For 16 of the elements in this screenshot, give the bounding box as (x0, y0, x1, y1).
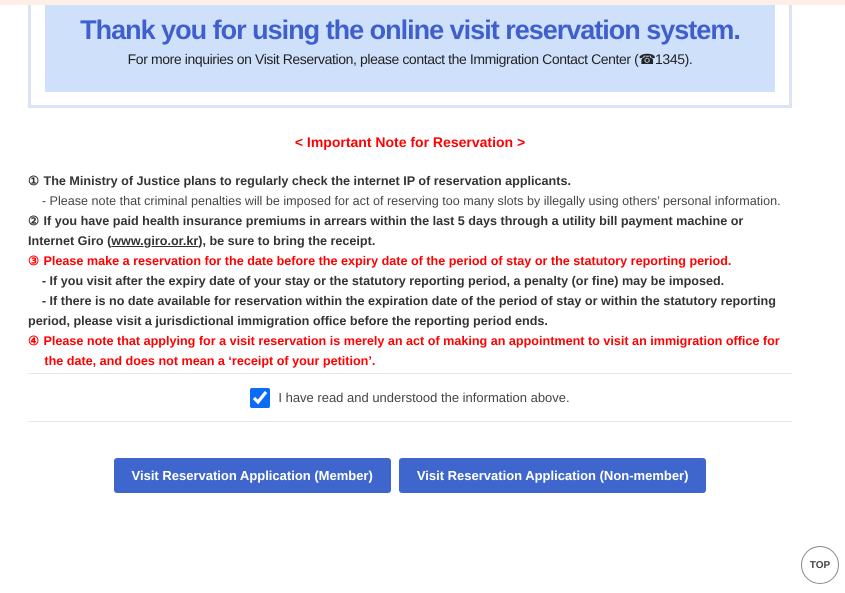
notice-text: - If you visit after the expiry date of your stay or the statutory reporting period, a penalty (or fine) may be imposed. (40, 273, 726, 290)
website-link[interactable]: www.giro.or.kr (111, 234, 198, 248)
notice-text: - If there is no date available for reservation within the expiration date of the period of stay or within the statutory reporting period, please visit a jurisdictional immigration office before the reporting period ends. (28, 293, 777, 330)
notice-heading: < Important Note for Reservation > (294, 133, 526, 152)
application-button[interactable]: Visit Reservation Application (Non-member) (398, 458, 706, 493)
agreement-checkbox[interactable] (250, 388, 270, 408)
notice-text: ② If you have paid health insurance premiums in arrears within the last 5 days through a utility bill payment machine or Internet Giro (www.giro.or.kr), be sure to bring the receipt. (28, 213, 744, 250)
notice-text: ④ Please note that applying for a visit reservation is merely an act of making an appointment to visit an immigration office for the date, and does not mean a ‘receipt of your petition’. (28, 333, 781, 370)
banner-title: Thank you for using the online visit reservation system. (79, 14, 741, 47)
notice-text: - Please note that criminal penalties will be imposed for act of reserving too many slots by illegally using others’ personal information. (40, 193, 782, 210)
agreement-label: I have read and understood the information above. (278, 388, 570, 407)
notice-text: ① The Ministry of Justice plans to regularly check the internet IP of reservation applicants. (28, 173, 572, 190)
notice-text: ③ Please make a reservation for the date before the expiry date of the period of stay or the statutory reporting period. (28, 253, 732, 270)
application-button[interactable]: Visit Reservation Application (Member) (114, 458, 391, 493)
scroll-top-button[interactable]: TOP (801, 546, 839, 584)
banner-subtitle: For more inquiries on Visit Reservation, please contact the Immigration Contact Center (☎1345). (126, 50, 694, 69)
